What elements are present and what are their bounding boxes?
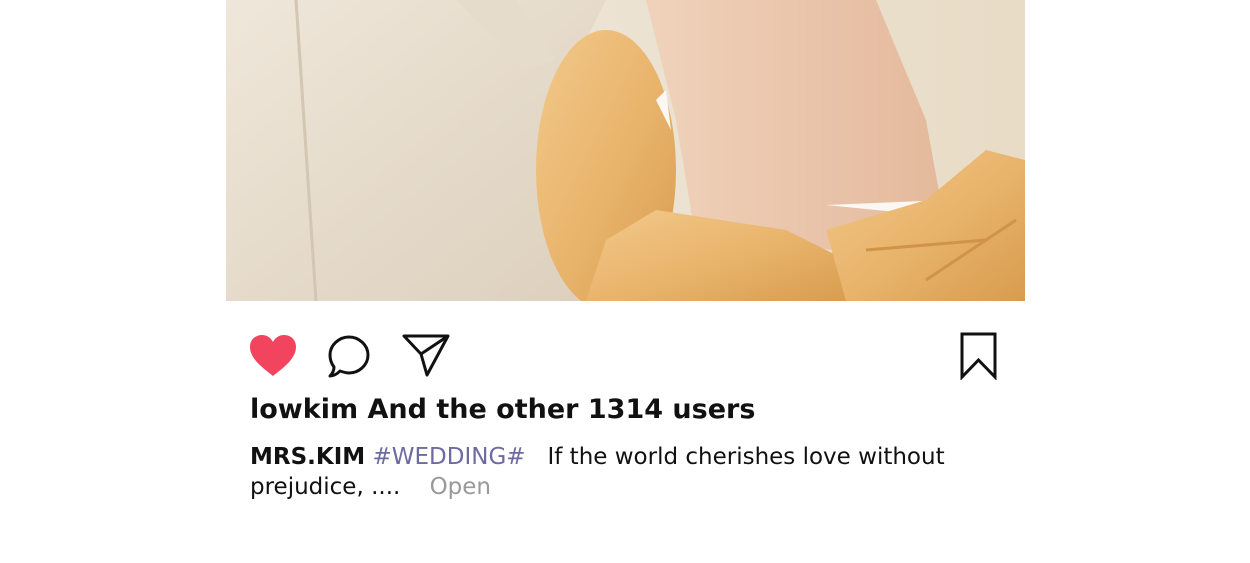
comment-button[interactable] [327, 334, 373, 380]
caption-open-link[interactable]: Open [430, 474, 491, 500]
speech-bubble-icon [328, 335, 370, 378]
post-caption: MRS.KIM #WEDDING# If the world cherishes… [250, 442, 950, 502]
wedding-photo-image [226, 0, 1025, 301]
share-button[interactable] [401, 332, 451, 378]
save-button[interactable] [959, 332, 999, 380]
paper-plane-icon [402, 334, 450, 377]
heart-icon [250, 335, 296, 376]
bookmark-icon [960, 332, 997, 380]
like-button[interactable] [248, 334, 298, 378]
likes-count[interactable]: lowkim And the other 1314 users [250, 394, 755, 425]
post-action-bar [226, 330, 1025, 380]
post-photo[interactable] [226, 0, 1025, 301]
post-card: lowkim And the other 1314 users MRS.KIM … [226, 0, 1025, 563]
caption-username[interactable]: MRS.KIM [250, 444, 365, 470]
caption-hashtag[interactable]: #WEDDING# [372, 444, 525, 470]
